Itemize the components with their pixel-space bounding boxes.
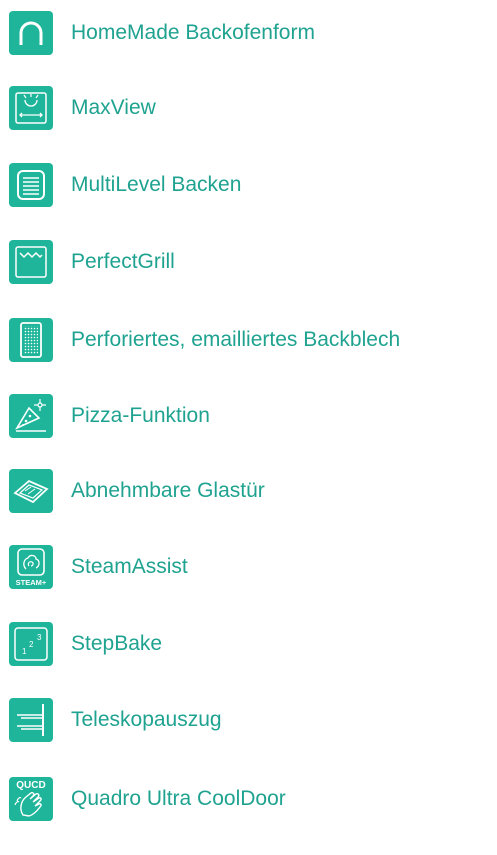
feature-label: PerfectGrill — [71, 250, 175, 273]
feature-label: Perforiertes, emailliertes Backblech — [71, 328, 401, 351]
feature-item-perforated-tray: Perforiertes, emailliertes Backblech — [0, 318, 497, 362]
feature-item-stepbake: 1 2 3 StepBake — [0, 622, 497, 666]
feature-item-homemade: HomeMade Backofenform — [0, 11, 497, 55]
svg-text:QUCD: QUCD — [16, 780, 45, 791]
pizza-icon — [9, 394, 53, 438]
feature-label: MultiLevel Backen — [71, 173, 242, 196]
cool-door-icon: QUCD — [9, 777, 53, 821]
feature-label: MaxView — [71, 96, 156, 119]
feature-item-glass-door: Abnehmbare Glastür — [0, 469, 497, 513]
feature-label: Abnehmbare Glastür — [71, 479, 265, 502]
feature-label: HomeMade Backofenform — [71, 21, 315, 44]
svg-text:STEAM+: STEAM+ — [16, 578, 47, 587]
feature-label: Pizza-Funktion — [71, 404, 210, 427]
feature-item-cooldoor: QUCD Quadro Ultra CoolDoor — [0, 777, 497, 821]
feature-label: Quadro Ultra CoolDoor — [71, 787, 286, 810]
svg-text:3: 3 — [37, 633, 42, 642]
multi-level-icon — [9, 163, 53, 207]
feature-item-maxview: MaxView — [0, 86, 497, 130]
feature-item-pizza: Pizza-Funktion — [0, 394, 497, 438]
svg-text:1: 1 — [22, 647, 27, 656]
feature-item-steamassist: STEAM+ SteamAssist — [0, 545, 497, 589]
wide-view-light-icon — [9, 86, 53, 130]
feature-label: SteamAssist — [71, 555, 188, 578]
feature-item-telescopic: Teleskopauszug — [0, 698, 497, 742]
svg-text:2: 2 — [29, 640, 34, 649]
step-bake-icon: 1 2 3 — [9, 622, 53, 666]
grill-icon — [9, 240, 53, 284]
feature-item-multilevel: MultiLevel Backen — [0, 163, 497, 207]
feature-item-perfectgrill: PerfectGrill — [0, 240, 497, 284]
feature-list: HomeMade Backofenform MaxView MultiLevel… — [0, 0, 497, 855]
glass-door-icon — [9, 469, 53, 513]
steam-assist-icon: STEAM+ — [9, 545, 53, 589]
oven-dome-icon — [9, 11, 53, 55]
perforated-tray-icon — [9, 318, 53, 362]
feature-label: Teleskopauszug — [71, 708, 222, 731]
telescopic-rails-icon — [9, 698, 53, 742]
feature-label: StepBake — [71, 632, 163, 655]
